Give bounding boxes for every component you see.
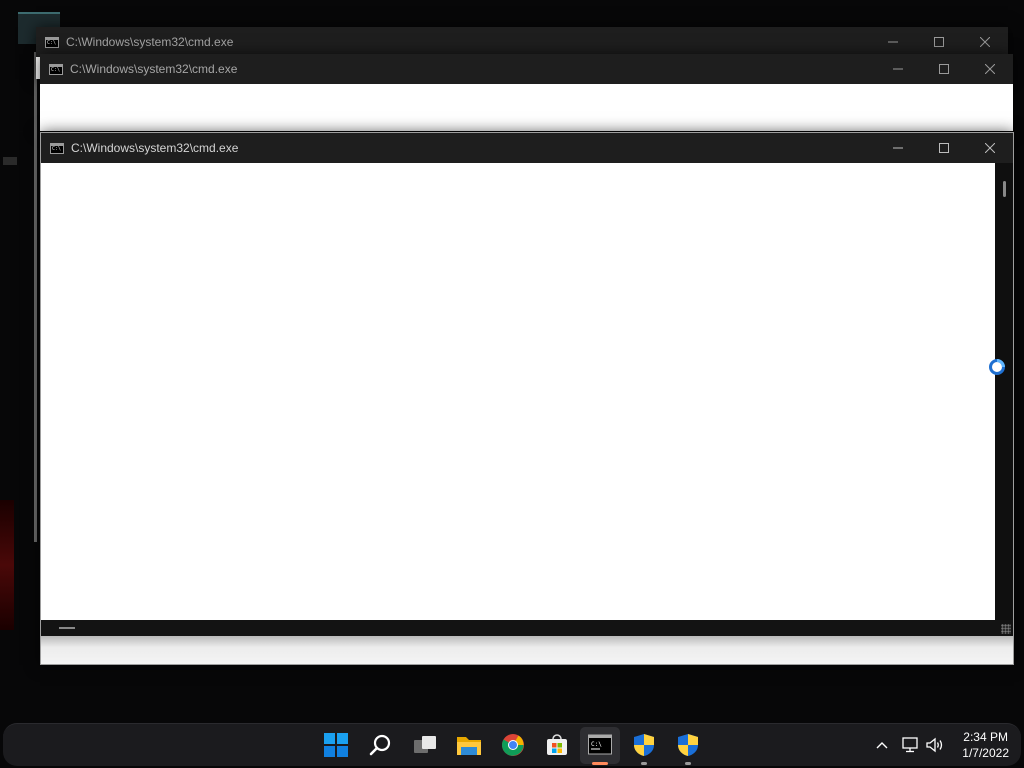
network-icon: [902, 737, 918, 753]
minimize-icon: [893, 68, 903, 70]
window-title: C:\Windows\system32\cmd.exe: [70, 62, 238, 76]
file-explorer-button[interactable]: [456, 732, 482, 758]
desktop-label-fragment: [3, 157, 17, 165]
cmd-app-icon: [50, 142, 64, 154]
folder-icon: [457, 737, 481, 755]
minimize-icon: [888, 41, 898, 43]
volume-button[interactable]: [925, 736, 945, 754]
maximize-icon: [939, 143, 949, 153]
speaker-icon: [926, 737, 943, 753]
cmd-app-icon: [45, 36, 59, 48]
window-lower-area: [41, 636, 1013, 664]
desktop-wallpaper-fragment: [0, 500, 14, 630]
bottom-scroll-strip: [41, 620, 1013, 636]
microsoft-store-button[interactable]: [544, 732, 570, 758]
maximize-button[interactable]: [921, 133, 967, 163]
maximize-icon: [934, 37, 944, 47]
close-icon: [985, 64, 995, 74]
window-title: C:\Windows\system32\cmd.exe: [71, 141, 239, 155]
title-bar[interactable]: C:\Windows\system32\cmd.exe: [40, 54, 1013, 84]
resize-grip-icon[interactable]: [1001, 624, 1011, 634]
minimize-button[interactable]: [875, 54, 921, 84]
minimize-icon: [893, 147, 903, 149]
back-window-left-edge: [34, 52, 37, 542]
task-view-icon: [414, 736, 436, 753]
start-button[interactable]: [323, 732, 349, 758]
running-indicator: [592, 762, 608, 765]
task-view-button[interactable]: [412, 732, 438, 758]
console-area[interactable]: [40, 84, 1013, 131]
clock[interactable]: 2:34 PM 1/7/2022: [962, 729, 1009, 761]
maximize-button[interactable]: [916, 27, 962, 57]
windows-logo-icon: [324, 733, 348, 757]
minimize-button[interactable]: [870, 27, 916, 57]
cmd-window-front[interactable]: C:\Windows\system32\cmd.exe: [40, 132, 1014, 665]
uac-prompt-button-2[interactable]: [675, 732, 701, 758]
taskbar: C:\ 2:34 PM 1/7/2022: [3, 723, 1021, 766]
busy-cursor-icon: [989, 359, 1005, 375]
title-bar[interactable]: C:\Windows\system32\cmd.exe: [36, 27, 1008, 57]
maximize-button[interactable]: [921, 54, 967, 84]
maximize-icon: [939, 64, 949, 74]
store-icon: [547, 734, 567, 755]
cmd-window-middle[interactable]: C:\Windows\system32\cmd.exe: [40, 54, 1013, 131]
command-prompt-button[interactable]: C:\: [587, 732, 613, 758]
search-button[interactable]: [367, 732, 393, 758]
shield-icon: [634, 734, 654, 756]
terminal-icon: C:\: [588, 734, 612, 755]
clock-date: 1/7/2022: [962, 746, 1009, 760]
minimize-button[interactable]: [875, 133, 921, 163]
scrollbar-thumb[interactable]: [1003, 181, 1006, 197]
close-icon: [980, 37, 990, 47]
running-indicator: [641, 762, 647, 765]
svg-text:C:\: C:\: [591, 741, 602, 748]
title-bar[interactable]: C:\Windows\system32\cmd.exe: [41, 133, 1013, 163]
vertical-scrollbar[interactable]: [995, 163, 1013, 620]
shield-icon: [678, 734, 698, 756]
chrome-button[interactable]: [500, 732, 526, 758]
window-title: C:\Windows\system32\cmd.exe: [66, 35, 234, 49]
horizontal-scrollbar-thumb[interactable]: [59, 627, 75, 629]
uac-prompt-button-1[interactable]: [631, 732, 657, 758]
close-icon: [985, 143, 995, 153]
close-button[interactable]: [967, 133, 1013, 163]
search-icon: [369, 734, 391, 756]
close-button[interactable]: [962, 27, 1008, 57]
close-button[interactable]: [967, 54, 1013, 84]
cmd-app-icon: [49, 63, 63, 75]
chrome-icon: [502, 734, 524, 756]
chevron-up-icon: [876, 742, 888, 749]
running-indicator: [685, 762, 691, 765]
network-status-button[interactable]: [900, 736, 920, 754]
console-area[interactable]: [41, 163, 995, 620]
clock-time: 2:34 PM: [963, 730, 1008, 744]
show-hidden-icons-button[interactable]: [872, 736, 892, 754]
